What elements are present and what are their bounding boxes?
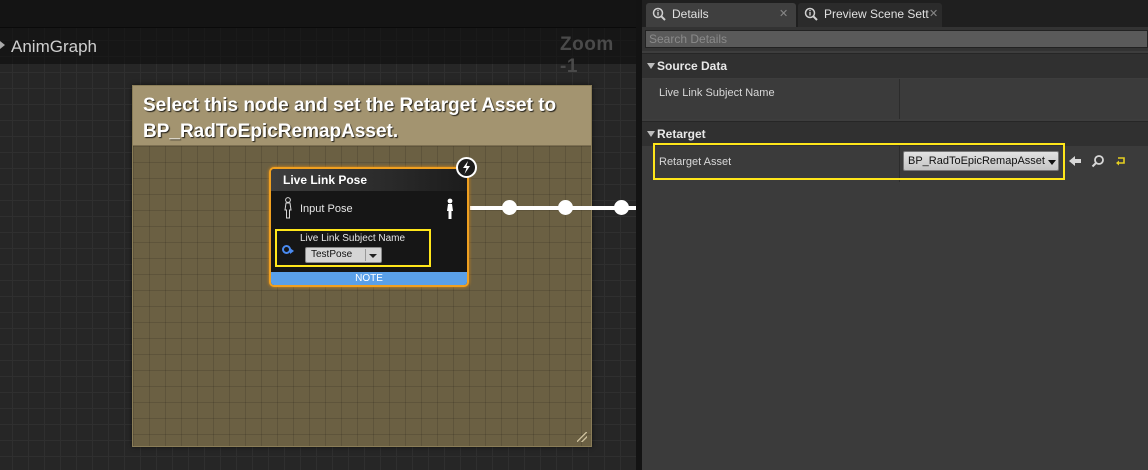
details-panel: Details ✕ Preview Scene Sett ✕ Source Da… <box>642 0 1148 470</box>
graph-title[interactable]: AnimGraph <box>11 37 97 57</box>
chevron-down-icon[interactable] <box>369 254 377 258</box>
search-details-box[interactable] <box>645 30 1148 48</box>
chevron-down-icon[interactable] <box>1048 160 1056 165</box>
node-header[interactable]: Live Link Pose <box>271 169 467 191</box>
comment-header[interactable]: Select this node and set the Retarget As… <box>133 86 591 146</box>
pose-wire[interactable] <box>470 206 636 210</box>
column-divider[interactable] <box>899 79 900 119</box>
input-pose-label: Input Pose <box>300 203 353 215</box>
dropdown-separator <box>365 249 366 261</box>
anim-graph-canvas[interactable]: AnimGraph Zoom -1 Select this node and s… <box>0 0 636 470</box>
resize-grip-icon[interactable] <box>577 432 587 442</box>
subject-name-dropdown[interactable]: TestPose <box>305 247 382 263</box>
reset-to-default-icon[interactable] <box>1114 154 1128 168</box>
info-icon <box>652 7 666 21</box>
note-bar: NOTE <box>271 272 467 285</box>
node-title: Live Link Pose <box>283 173 368 187</box>
category-source-data[interactable]: Source Data <box>642 53 1148 78</box>
tab-preview-label: Preview Scene Sett <box>824 7 929 21</box>
input-pose-pin-icon[interactable] <box>283 197 293 219</box>
breadcrumb-arrow-icon[interactable] <box>0 41 5 49</box>
tab-details-label: Details <box>672 7 709 21</box>
live-link-pose-node[interactable]: Live Link Pose Input Pose Live Link Subj… <box>269 167 469 287</box>
graph-toolbar-strip <box>0 0 636 28</box>
close-icon[interactable]: ✕ <box>779 7 788 20</box>
wire-reroute-knot[interactable] <box>502 200 517 215</box>
use-selected-arrow-icon[interactable] <box>1068 154 1082 168</box>
fast-path-lightning-icon <box>456 157 477 178</box>
search-row <box>642 27 1148 51</box>
retarget-asset-dropdown[interactable]: BP_RadToEpicRemapAsset <box>903 151 1059 171</box>
search-details-input[interactable] <box>646 31 1147 47</box>
pin-arrow-icon <box>290 248 294 254</box>
info-icon <box>804 7 818 21</box>
wire-reroute-knot[interactable] <box>558 200 573 215</box>
zoom-label: Zoom -1 <box>560 34 614 77</box>
property-row-live-link-subject-name: Live Link Subject Name <box>642 79 1148 119</box>
comment-text: Select this node and set the Retarget As… <box>143 95 557 142</box>
close-icon[interactable]: ✕ <box>929 7 938 20</box>
output-pose-pin-icon[interactable] <box>445 198 455 220</box>
subject-name-label: Live Link Subject Name <box>300 233 406 244</box>
wire-reroute-knot[interactable] <box>614 200 629 215</box>
property-label: Live Link Subject Name <box>659 87 775 99</box>
category-label: Retarget <box>657 127 706 141</box>
retarget-asset-value: BP_RadToEpicRemapAsset <box>908 155 1045 167</box>
tab-bar: Details ✕ Preview Scene Sett ✕ <box>642 0 1148 27</box>
category-label: Source Data <box>657 59 728 73</box>
tab-preview-scene-settings[interactable]: Preview Scene Sett ✕ <box>798 3 942 27</box>
subject-name-value: TestPose <box>311 249 353 260</box>
chevron-down-icon[interactable] <box>647 131 655 137</box>
property-row-retarget-asset: Retarget Asset <box>642 146 1148 470</box>
browse-magnifier-icon[interactable] <box>1091 154 1105 168</box>
tab-details[interactable]: Details ✕ <box>646 3 796 27</box>
chevron-down-icon[interactable] <box>647 63 655 69</box>
